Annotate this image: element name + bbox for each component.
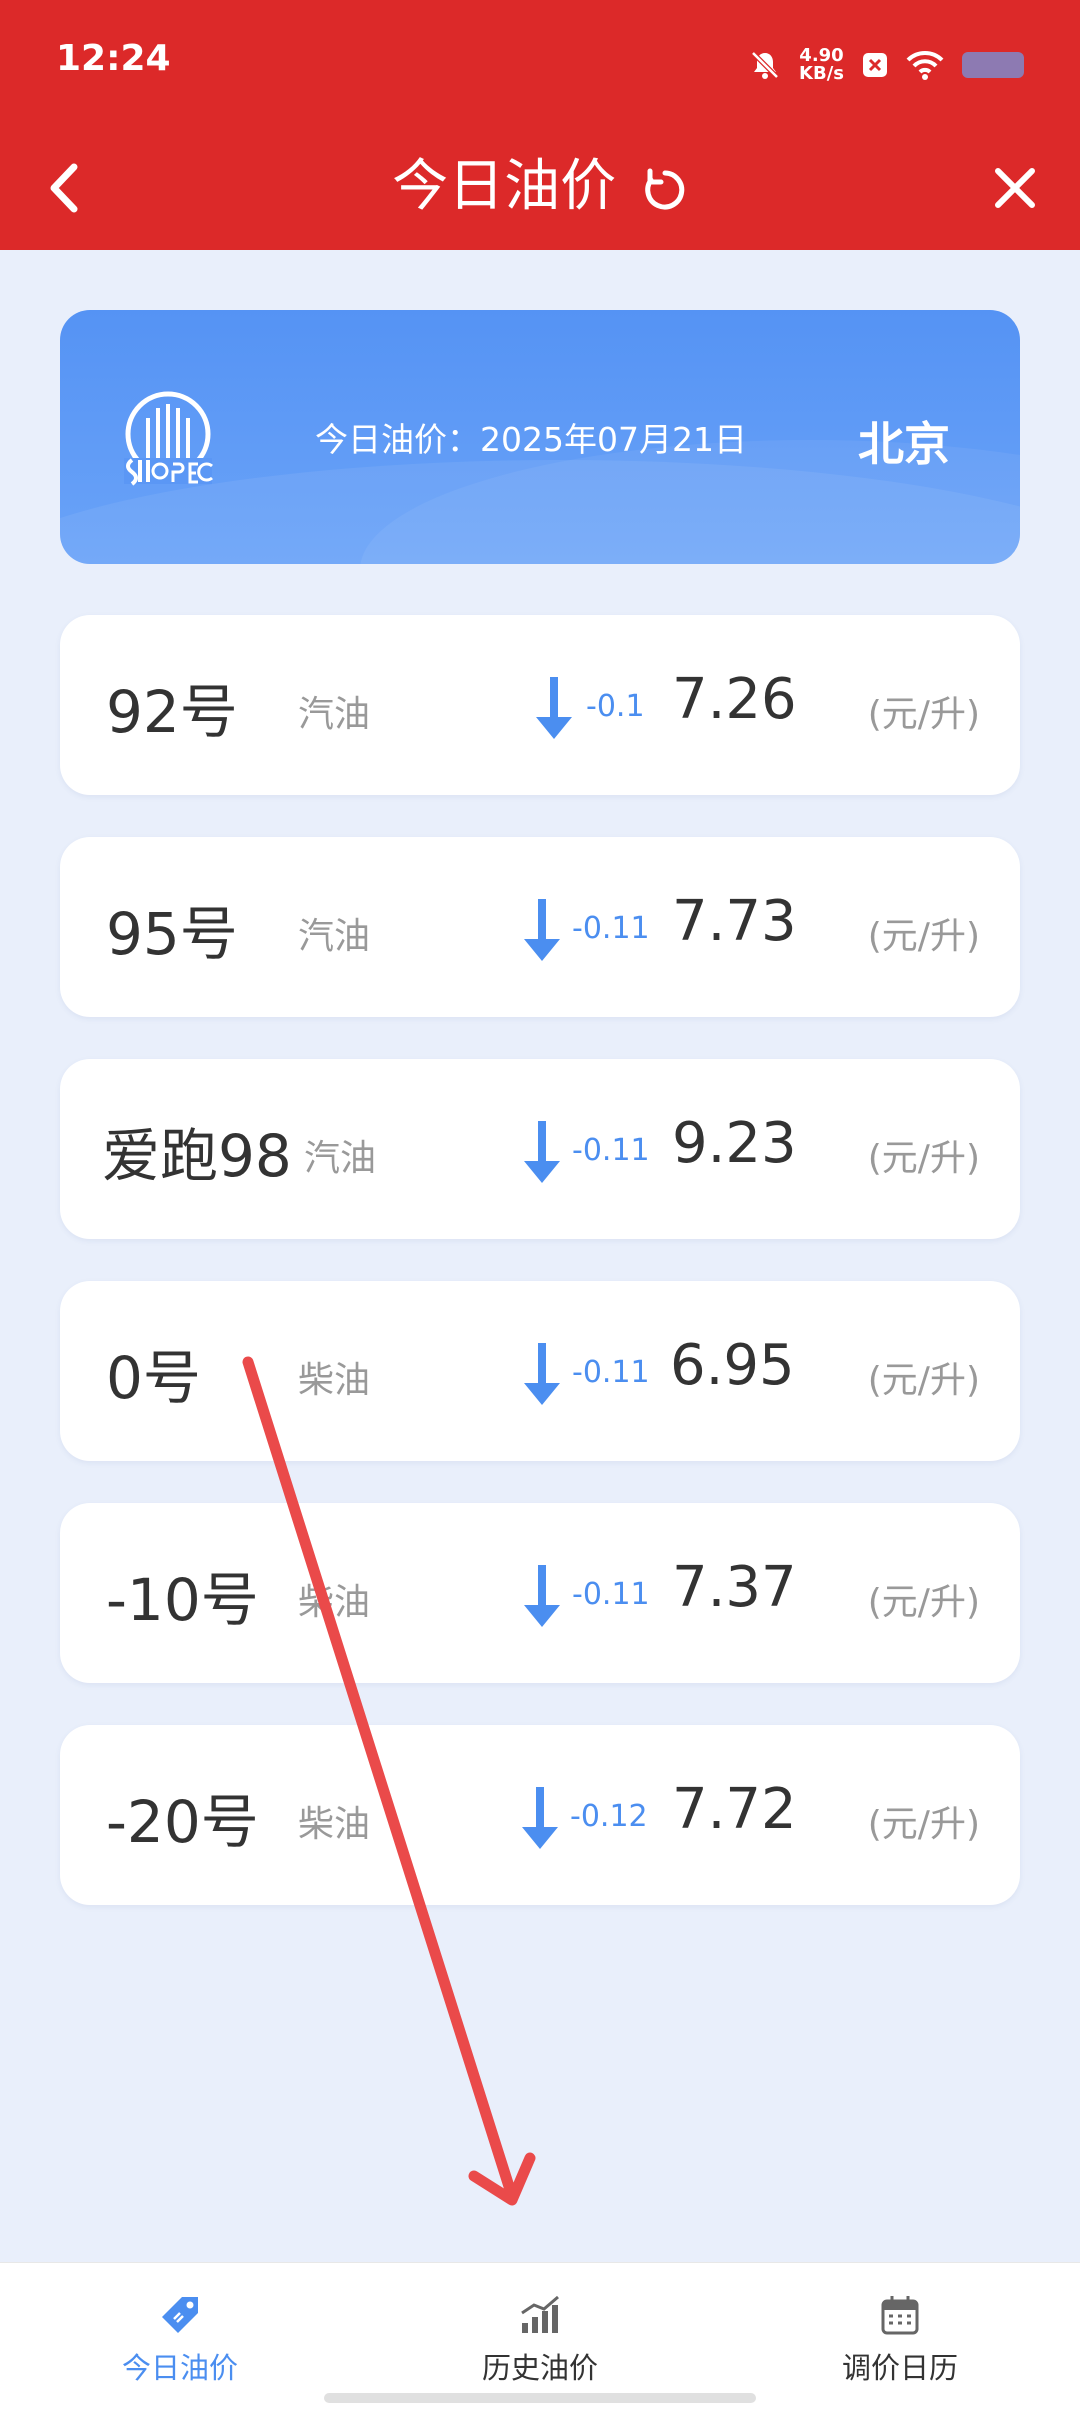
fuel-grade: 0号 <box>106 1344 201 1412</box>
page-title-row: 今日油价 <box>0 147 1080 227</box>
price-change: -0.12 <box>570 1799 648 1834</box>
fuel-price: 6.95 <box>670 1333 795 1398</box>
date-label: 今日油价：2025年07月21日 <box>315 420 747 459</box>
bar-chart-icon <box>521 2295 559 2333</box>
calendar-icon <box>881 2296 919 2335</box>
price-tag-icon <box>162 2297 198 2333</box>
date-city-card: 今日油价：2025年07月21日 北京 <box>60 310 1020 564</box>
fuel-card[interactable]: -20号 柴油 -0.12 7.72 (元/升) <box>60 1725 1020 1905</box>
status-icons: 4.90 KB/s <box>749 40 1024 90</box>
fuel-type: 汽油 <box>298 694 371 735</box>
battery-icon <box>962 52 1024 78</box>
nav-label: 历史油价 <box>481 2351 598 2385</box>
price-unit: (元/升) <box>867 1804 980 1845</box>
nav-history-price[interactable]: 历史油价 <box>440 2293 640 2387</box>
price-change: -0.11 <box>572 911 650 946</box>
price-change: -0.11 <box>572 1355 650 1390</box>
price-down-arrow-icon <box>524 1343 560 1405</box>
price-unit: (元/升) <box>867 694 980 735</box>
fuel-type: 柴油 <box>298 1360 371 1401</box>
home-indicator[interactable] <box>324 2393 756 2403</box>
sinopec-logo <box>124 391 213 486</box>
nav-label: 调价日历 <box>841 2351 958 2385</box>
price-unit: (元/升) <box>867 1360 980 1401</box>
fuel-card[interactable]: -10号 柴油 -0.11 7.37 (元/升) <box>60 1503 1020 1683</box>
bell-mute-icon <box>751 51 779 79</box>
speed-unit: KB/s <box>799 63 844 84</box>
fuel-grade: -10号 <box>106 1566 259 1634</box>
fuel-card[interactable]: 0号 柴油 -0.11 6.95 (元/升) <box>60 1281 1020 1461</box>
price-change: -0.1 <box>586 689 645 724</box>
bottom-nav: 今日油价 历史油价 调价日历 <box>0 2262 1080 2409</box>
fuel-grade: 爱跑98 <box>102 1122 292 1190</box>
fuel-price: 7.72 <box>672 1777 797 1842</box>
nav-price-calendar[interactable]: 调价日历 <box>800 2293 1000 2387</box>
price-down-arrow-icon <box>524 899 560 961</box>
fuel-type: 汽油 <box>298 916 371 957</box>
price-down-arrow-icon <box>524 1565 560 1627</box>
wifi-icon <box>906 50 944 80</box>
fuel-price: 9.23 <box>672 1111 797 1176</box>
page-title: 今日油价 <box>392 154 617 219</box>
status-bar: 12:24 4.90 KB/s <box>0 0 1080 125</box>
fuel-grade: 92号 <box>106 678 238 746</box>
fuel-type: 柴油 <box>298 1804 371 1845</box>
network-speed: 4.90 KB/s <box>799 47 844 83</box>
fuel-price: 7.37 <box>672 1555 797 1620</box>
price-down-arrow-icon <box>522 1787 558 1849</box>
price-unit: (元/升) <box>867 916 980 957</box>
app-bar: 今日油价 <box>0 125 1080 250</box>
price-down-arrow-icon <box>536 677 572 739</box>
app-badge-icon <box>863 53 887 77</box>
status-time: 12:24 <box>56 38 171 79</box>
fuel-price: 7.26 <box>672 667 797 732</box>
fuel-price: 7.73 <box>672 889 797 954</box>
fuel-type: 柴油 <box>298 1582 371 1623</box>
price-change: -0.11 <box>572 1133 650 1168</box>
price-unit: (元/升) <box>867 1138 980 1179</box>
nav-label: 今日油价 <box>121 2351 238 2385</box>
fuel-type: 汽油 <box>304 1138 377 1179</box>
fuel-grade: 95号 <box>106 900 238 968</box>
fuel-card[interactable]: 95号 汽油 -0.11 7.73 (元/升) <box>60 837 1020 1017</box>
nav-today-price[interactable]: 今日油价 <box>80 2293 280 2387</box>
close-icon[interactable] <box>980 153 1050 223</box>
price-unit: (元/升) <box>867 1582 980 1623</box>
price-change: -0.11 <box>572 1577 650 1612</box>
fuel-card[interactable]: 92号 汽油 -0.1 7.26 (元/升) <box>60 615 1020 795</box>
fuel-card[interactable]: 爱跑98 汽油 -0.11 9.23 (元/升) <box>60 1059 1020 1239</box>
city-selector[interactable]: 北京 <box>858 408 950 474</box>
refresh-icon[interactable] <box>642 167 688 213</box>
price-down-arrow-icon <box>524 1121 560 1183</box>
fuel-grade: -20号 <box>106 1788 259 1856</box>
